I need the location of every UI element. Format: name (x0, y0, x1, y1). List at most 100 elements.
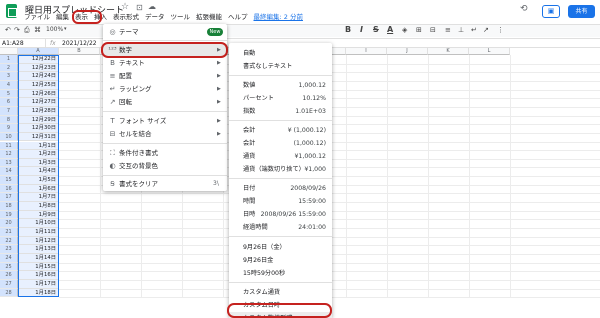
rotate-icon[interactable]: ↗ (483, 26, 489, 34)
sheets-logo-icon[interactable] (6, 4, 17, 18)
more-icon[interactable]: ⋮ (497, 26, 504, 34)
italic-icon[interactable]: I (360, 25, 363, 34)
menu-item-alternating[interactable]: ◐ 交互の背景色 (103, 160, 227, 172)
number-format-option[interactable]: 経過時間 24:01:00 (229, 221, 332, 234)
menu-file[interactable]: ファイル (24, 12, 50, 23)
zoom-select[interactable]: 100% (46, 26, 63, 33)
row-header[interactable]: 2 (0, 63, 18, 73)
number-format-option[interactable]: 会計 ¥ (1,000.12) (229, 124, 332, 137)
row-header[interactable]: 23 (0, 245, 18, 254)
number-format-option[interactable]: 15時59分00秒 (229, 267, 332, 280)
menu-item-theme[interactable]: ◎ テーマ New (103, 26, 227, 38)
paint-format-icon[interactable]: ⌘ (34, 26, 41, 34)
menu-help[interactable]: ヘルプ (228, 12, 248, 23)
row-header[interactable]: 17 (0, 193, 18, 203)
formula-input[interactable]: 2021/12/22 (62, 39, 97, 48)
row-header[interactable]: 6 (0, 98, 18, 107)
menu-item-conditional[interactable]: ⛶ 条件付き書式 (103, 147, 227, 159)
row-header[interactable]: 20 (0, 219, 18, 228)
menu-data[interactable]: データ (145, 12, 165, 23)
menu-format[interactable]: 表示形式 (113, 12, 139, 23)
menu-item-align[interactable]: ≡ 配置 ▶ (103, 70, 227, 82)
row-header[interactable]: 3 (0, 72, 18, 81)
number-format-option[interactable]: カスタム通貨 (229, 286, 332, 299)
number-format-option[interactable]: 数値 1,000.12 (229, 79, 332, 92)
option-example: 15:59:00 (298, 198, 326, 205)
row-header[interactable]: 14 (0, 167, 18, 177)
row-header[interactable]: 4 (0, 80, 18, 90)
option-example: 1,000.12 (298, 82, 326, 89)
font-size-label: フォント サイズ (119, 117, 167, 125)
column-header[interactable]: J (387, 48, 428, 55)
wrap-icon[interactable]: ↵ (471, 26, 477, 34)
print-icon[interactable]: ⎙ (24, 26, 30, 35)
number-format-option[interactable]: 自動 (229, 47, 332, 60)
number-format-option[interactable]: 9月26日（金） (229, 241, 332, 254)
row-header[interactable]: 28 (0, 288, 18, 298)
menu-item-text[interactable]: B テキスト ▶ (103, 57, 227, 69)
valign-icon[interactable]: ⊥ (458, 26, 464, 34)
row-header[interactable]: 26 (0, 271, 18, 280)
comment-button[interactable]: ▣ (542, 5, 560, 18)
redo-icon[interactable]: ↷ (14, 26, 20, 34)
align-icon[interactable]: ≡ (445, 26, 451, 34)
number-format-option[interactable]: 通貨（端数切り捨て） ¥1,000 (229, 163, 332, 176)
menu-item-font-size[interactable]: T フォント サイズ ▶ (103, 115, 227, 127)
column-header[interactable]: L (469, 48, 510, 55)
number-format-option[interactable]: パーセント 10.12% (229, 92, 332, 105)
menu-item-wrap[interactable]: ↵ ラッピング ▶ (103, 83, 227, 95)
menu-extensions[interactable]: 拡張機能 (196, 12, 222, 23)
column-header[interactable]: B (59, 48, 100, 55)
number-format-option[interactable]: 時間 15:59:00 (229, 195, 332, 208)
number-format-option[interactable]: 通貨 ¥1,000.12 (229, 150, 332, 163)
row-header[interactable]: 11 (0, 141, 18, 151)
borders-icon[interactable]: ⊞ (416, 26, 422, 34)
menu-item-clear[interactable]: Ꞩ 書式をクリア 3\ (103, 178, 227, 190)
row-header[interactable]: 24 (0, 253, 18, 263)
row-header[interactable]: 27 (0, 279, 18, 289)
row-header[interactable]: 18 (0, 202, 18, 211)
row-header[interactable]: 22 (0, 236, 18, 246)
submenu-arrow-icon: ▶ (217, 131, 221, 137)
number-format-option[interactable]: 指数 1.01E+03 (229, 105, 332, 118)
text-color-icon[interactable]: A (387, 25, 393, 34)
menu-edit[interactable]: 編集 (56, 12, 69, 23)
move-folder-icon[interactable]: ⊡ (136, 3, 143, 12)
zoom-dropdown-icon[interactable]: ▾ (64, 26, 67, 32)
row-header[interactable]: 16 (0, 184, 18, 194)
fill-color-icon[interactable]: ◈ (402, 26, 407, 34)
name-box[interactable]: A1:A28 (2, 39, 46, 48)
undo-icon[interactable]: ↶ (5, 26, 11, 34)
number-format-option[interactable]: 9月26日金 (229, 254, 332, 267)
row-header[interactable]: 5 (0, 89, 18, 99)
menu-tools[interactable]: ツール (171, 12, 191, 23)
history-icon[interactable]: ⟲ (520, 4, 528, 14)
share-button[interactable]: 共有 (568, 5, 595, 18)
number-format-option[interactable]: 日時 2008/09/26 15:59:00 (229, 208, 332, 221)
number-format-option[interactable]: 書式なしテキスト (229, 60, 332, 73)
bold-icon[interactable]: B (345, 25, 351, 34)
row-header[interactable]: 12 (0, 150, 18, 159)
number-format-option[interactable]: 日付 2008/09/26 (229, 182, 332, 195)
merge-icon[interactable]: ⊟ (430, 26, 436, 34)
number-format-option[interactable]: 会計 (1,000.12) (229, 137, 332, 150)
star-icon[interactable]: ☆ (121, 2, 129, 12)
row-header[interactable]: 15 (0, 176, 18, 185)
row-header[interactable]: 10 (0, 132, 18, 142)
column-header[interactable]: A (18, 48, 59, 55)
row-header[interactable]: 7 (0, 106, 18, 116)
row-header[interactable]: 1 (0, 55, 18, 64)
row-header[interactable]: 13 (0, 158, 18, 168)
menu-item-merge[interactable]: ⊟ セルを結合 ▶ (103, 128, 227, 140)
column-header[interactable]: I (346, 48, 387, 55)
row-header[interactable]: 19 (0, 210, 18, 220)
row-header[interactable]: 9 (0, 124, 18, 133)
row-header[interactable]: 25 (0, 262, 18, 272)
last-edit-link[interactable]: 最終編集: 2 分前 (254, 12, 303, 23)
strikethrough-icon[interactable]: S (373, 25, 379, 34)
row-header[interactable]: 8 (0, 115, 18, 125)
row-header[interactable]: 21 (0, 228, 18, 237)
column-header[interactable]: K (428, 48, 469, 55)
menu-item-rotate[interactable]: ↗ 回転 ▶ (103, 96, 227, 108)
select-all-corner[interactable] (0, 48, 18, 55)
